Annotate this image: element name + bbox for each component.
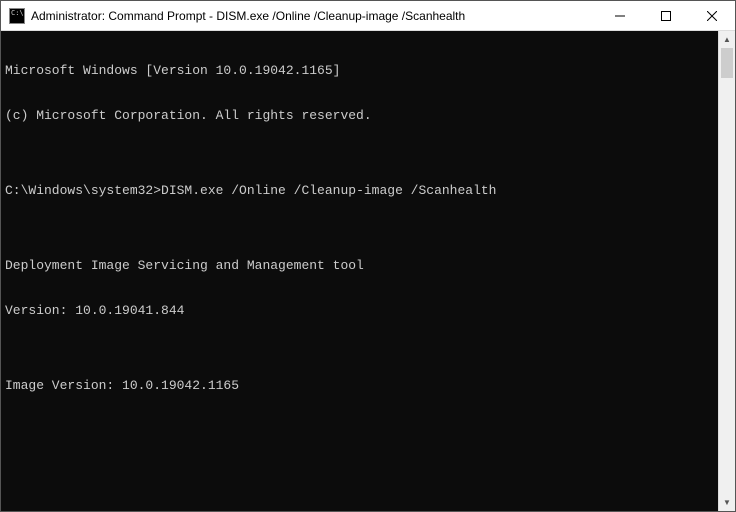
- minimize-button[interactable]: [597, 1, 643, 30]
- output-line: (c) Microsoft Corporation. All rights re…: [5, 108, 714, 123]
- close-button[interactable]: [689, 1, 735, 30]
- terminal-output[interactable]: Microsoft Windows [Version 10.0.19042.11…: [1, 31, 718, 511]
- terminal-container: Microsoft Windows [Version 10.0.19042.11…: [1, 31, 735, 511]
- window-controls: [597, 1, 735, 30]
- minimize-icon: [615, 11, 625, 21]
- cmd-icon: C:\.: [9, 8, 25, 24]
- prompt: C:\Windows\system32>: [5, 183, 161, 198]
- close-icon: [707, 11, 717, 21]
- scroll-thumb[interactable]: [721, 48, 733, 78]
- window-title: Administrator: Command Prompt - DISM.exe…: [31, 9, 597, 23]
- output-line: Microsoft Windows [Version 10.0.19042.11…: [5, 63, 714, 78]
- prompt-line: C:\Windows\system32>DISM.exe /Online /Cl…: [5, 183, 714, 198]
- output-line: Deployment Image Servicing and Managemen…: [5, 258, 714, 273]
- scroll-up-arrow-icon[interactable]: ▲: [719, 31, 735, 48]
- scroll-down-arrow-icon[interactable]: ▼: [719, 494, 735, 511]
- vertical-scrollbar[interactable]: ▲ ▼: [718, 31, 735, 511]
- titlebar[interactable]: C:\. Administrator: Command Prompt - DIS…: [1, 1, 735, 31]
- output-line: Image Version: 10.0.19042.1165: [5, 378, 714, 393]
- maximize-icon: [661, 11, 671, 21]
- output-line: Version: 10.0.19041.844: [5, 303, 714, 318]
- command-text: DISM.exe /Online /Cleanup-image /Scanhea…: [161, 183, 496, 198]
- maximize-button[interactable]: [643, 1, 689, 30]
